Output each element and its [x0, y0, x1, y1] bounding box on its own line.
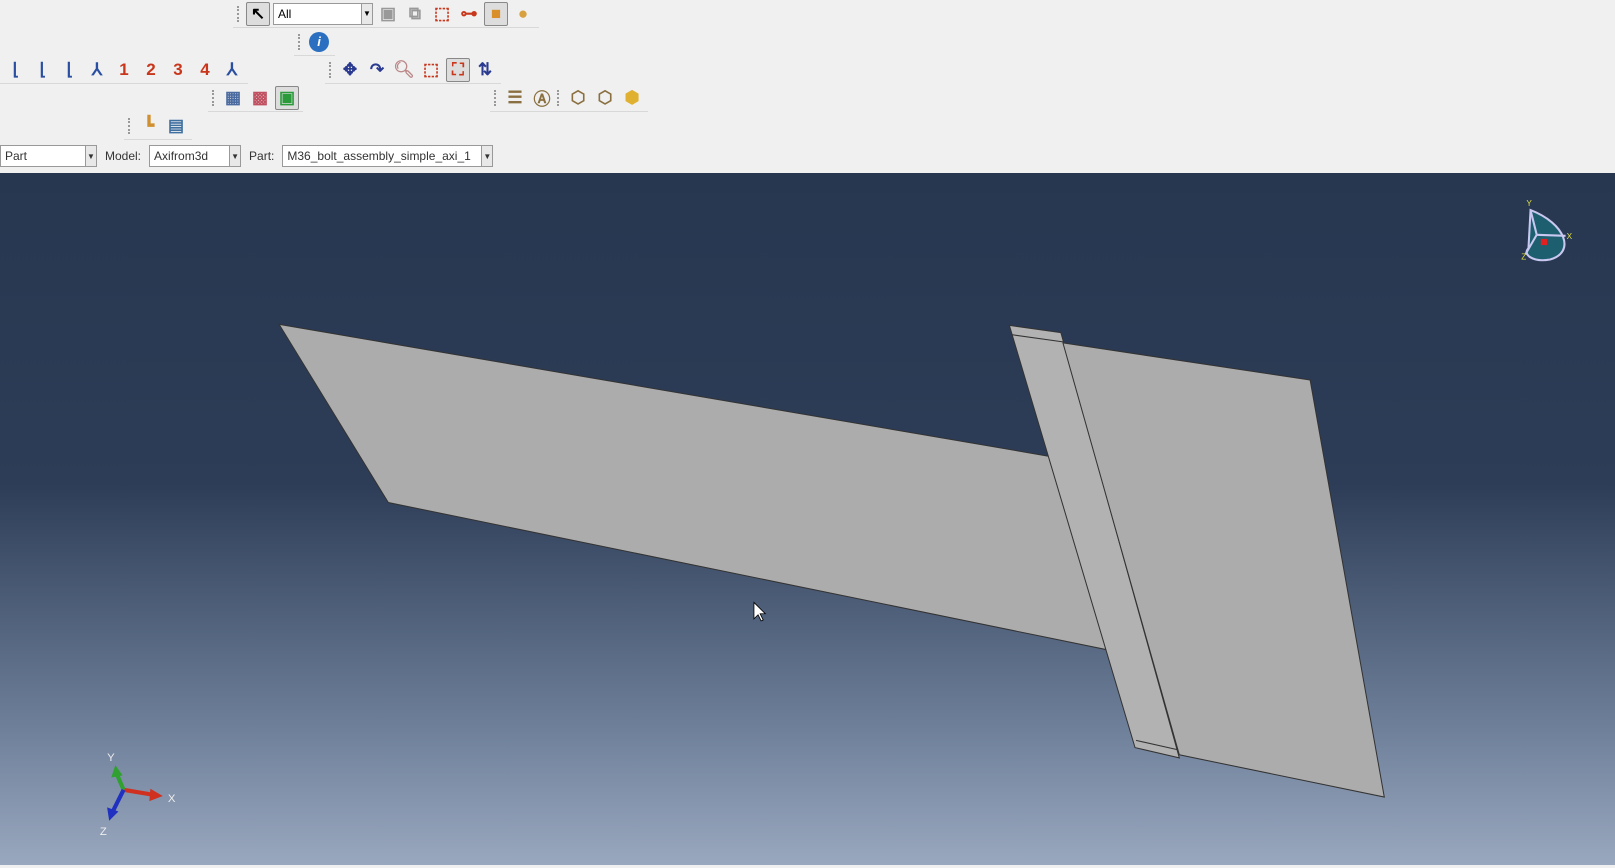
- select-cursor-icon[interactable]: ↖: [246, 1, 270, 26]
- mesh-cube-icon[interactable]: ▦: [221, 86, 245, 110]
- shaded-icon[interactable]: ⬢: [620, 86, 644, 110]
- selection-filter-value: All: [278, 6, 292, 21]
- view-4-button[interactable]: 4: [193, 58, 217, 82]
- info-icon[interactable]: i: [307, 30, 331, 54]
- part-toolbar: ┗ ▤: [124, 112, 192, 140]
- context-bar: Part ▼ Model: Axifrom3d ▼ Part: M36_bolt_a…: [0, 144, 494, 168]
- render-style-toolbar: ▦ ▩ ▣: [208, 84, 303, 112]
- partition-icon[interactable]: ┗: [137, 114, 161, 138]
- perspective-on-icon[interactable]: Ⓐ: [530, 86, 554, 110]
- toolbar-grip[interactable]: [329, 61, 332, 78]
- toolbar-grip[interactable]: [237, 5, 240, 22]
- model-value: Axifrom3d: [154, 149, 209, 163]
- compass-z-label: Z: [1521, 253, 1526, 262]
- views-toolbar: ⌊ ⌊ ⌊ ⅄ 1 2 3 4 ⅄: [0, 56, 248, 84]
- shaded-cube-icon[interactable]: ■: [484, 1, 508, 26]
- axis-triad-icon: X Y Z: [100, 752, 176, 838]
- box-select-icon[interactable]: ⬚: [430, 2, 454, 26]
- viewport-canvas: Y X Z X Y Z: [100, 199, 1573, 838]
- compass-y-label: Y: [1526, 199, 1532, 208]
- triad-y-label: Y: [107, 752, 115, 764]
- hidden-line-icon[interactable]: ⬡: [593, 86, 617, 110]
- custom-view-icon[interactable]: ⅄: [220, 58, 244, 82]
- compass-x-label: X: [1567, 232, 1573, 241]
- view-zy-icon[interactable]: ⌊: [58, 58, 82, 82]
- toolbar-grip[interactable]: [494, 89, 497, 106]
- chevron-down-icon: ▼: [361, 3, 372, 24]
- view-cube-compass-icon: Y X Z: [1521, 199, 1572, 262]
- part-select[interactable]: M36_bolt_assembly_simple_axi_1 ▼: [282, 145, 494, 167]
- zoom-icon[interactable]: 🔍︎: [392, 58, 416, 82]
- wireframe-icon[interactable]: ⬡: [566, 86, 590, 110]
- dashed-cube-icon[interactable]: ▩: [248, 86, 272, 110]
- green-cube-icon[interactable]: ▣: [275, 85, 299, 110]
- cycle-views-icon[interactable]: ⇅: [473, 58, 497, 82]
- info-toolbar: i: [294, 28, 335, 56]
- model-select[interactable]: Axifrom3d ▼: [149, 145, 242, 167]
- part-value: M36_bolt_assembly_simple_axi_1: [287, 149, 471, 163]
- chevron-down-icon: ▼: [229, 146, 241, 166]
- view-2-button[interactable]: 2: [139, 58, 163, 82]
- manager-icon[interactable]: ▤: [164, 114, 188, 138]
- mouse-cursor-icon: [753, 601, 767, 622]
- pan-icon[interactable]: ✥: [338, 58, 362, 82]
- view-manipulation-toolbar: ✥ ↷ 🔍︎ ⬚ ⛶ ⇅: [325, 56, 501, 84]
- iso-view-icon[interactable]: ⅄: [85, 58, 109, 82]
- module-value: Part: [5, 149, 28, 163]
- view-3-button[interactable]: 3: [166, 58, 190, 82]
- triad-z-label: Z: [100, 826, 107, 838]
- display-toolbar: ☰ Ⓐ ⬡ ⬡ ⬢: [490, 84, 648, 112]
- select-mode-icon[interactable]: ⊶: [457, 2, 481, 26]
- chevron-down-icon: ▼: [85, 146, 96, 166]
- toolbar-grip[interactable]: [557, 89, 560, 106]
- box-zoom-icon[interactable]: ⬚: [419, 58, 443, 82]
- view-xz-icon[interactable]: ⌊: [4, 58, 28, 82]
- module-select[interactable]: Part ▼: [0, 145, 97, 167]
- perspective-off-icon[interactable]: ☰: [503, 86, 527, 110]
- toolbar-grip[interactable]: [128, 117, 131, 134]
- model-label: Model:: [105, 149, 142, 163]
- rotate-icon[interactable]: ↷: [365, 58, 389, 82]
- chevron-down-icon: ▼: [481, 146, 493, 166]
- select-behind-icon[interactable]: ▣: [376, 2, 400, 26]
- viewport[interactable]: Y X Z X Y Z: [0, 173, 1615, 865]
- query-icon[interactable]: ●: [511, 2, 535, 26]
- toolbar-grip[interactable]: [212, 89, 215, 106]
- view-1-button[interactable]: 1: [112, 58, 136, 82]
- selection-filter-select[interactable]: All ▼: [273, 2, 373, 25]
- view-yz-icon[interactable]: ⌊: [31, 58, 55, 82]
- part-face-shank: [278, 323, 1108, 651]
- auto-fit-icon[interactable]: ⛶: [446, 57, 470, 82]
- wire-cube-icon[interactable]: ⧉: [403, 2, 427, 26]
- toolbar-grip[interactable]: [298, 33, 301, 50]
- selection-toolbar: ↖ All ▼ ▣ ⧉ ⬚ ⊶ ■ ●: [233, 0, 539, 28]
- triad-x-label: X: [168, 793, 176, 805]
- part-label: Part:: [249, 149, 275, 163]
